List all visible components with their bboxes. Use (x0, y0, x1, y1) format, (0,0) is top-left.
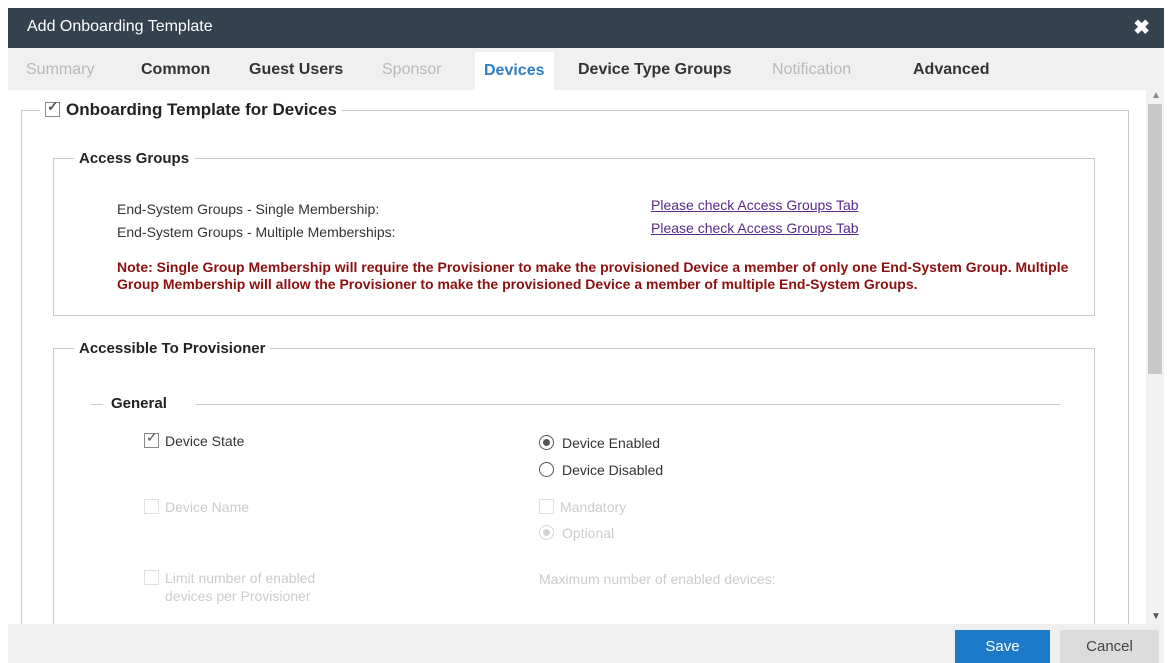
access-groups-fieldset: Access Groups End-System Groups - Single… (53, 150, 1095, 316)
optional-option[interactable]: Optional (539, 525, 614, 541)
tab-summary[interactable]: Summary (26, 61, 94, 79)
access-groups-legend: Access Groups (79, 150, 190, 167)
device-name-option[interactable]: Device Name (144, 499, 249, 515)
template-label: Onboarding Template for Devices (66, 100, 337, 119)
max-devices-label: Maximum number of enabled devices: (539, 571, 776, 587)
tab-notification[interactable]: Notification (772, 61, 851, 79)
tab-device-type-groups[interactable]: Device Type Groups (578, 61, 732, 79)
dialog-titlebar: Add Onboarding Template ✖ (8, 8, 1164, 48)
optional-radio[interactable] (539, 525, 554, 540)
mandatory-option[interactable]: Mandatory (539, 499, 626, 515)
limit-devices-checkbox[interactable] (144, 570, 159, 585)
dialog-title: Add Onboarding Template (27, 18, 213, 35)
provisioner-fieldset: Accessible To Provisioner General Device… (53, 340, 1095, 624)
scrollbar-thumb[interactable] (1148, 104, 1162, 374)
template-legend: Onboarding Template for Devices (40, 98, 342, 120)
multiple-membership-link[interactable]: Please check Access Groups Tab (651, 220, 859, 236)
tab-common[interactable]: Common (141, 61, 210, 79)
mandatory-label: Mandatory (560, 499, 627, 515)
optional-label: Optional (562, 525, 615, 541)
device-name-label: Device Name (165, 499, 250, 515)
general-divider-left (91, 404, 103, 405)
tab-sponsor[interactable]: Sponsor (382, 61, 442, 79)
device-disabled-radio[interactable] (539, 462, 554, 477)
device-state-checkbox[interactable] (144, 429, 159, 448)
cancel-button[interactable]: Cancel (1060, 630, 1159, 663)
device-disabled-label: Device Disabled (562, 462, 664, 478)
limit-devices-option[interactable]: Limit number of enabled devices per Prov… (144, 569, 315, 605)
provisioner-legend: Accessible To Provisioner (79, 340, 266, 357)
devices-panel: Onboarding Template for Devices Access G… (8, 90, 1146, 624)
single-membership-link[interactable]: Please check Access Groups Tab (651, 197, 859, 213)
dialog-footer: Save Cancel (8, 624, 1164, 663)
scroll-up-icon[interactable]: ▲ (1151, 90, 1161, 101)
device-state-label: Device State (165, 433, 245, 449)
device-enabled-label: Device Enabled (562, 435, 661, 451)
template-checkbox[interactable] (45, 98, 60, 117)
device-state-option[interactable]: Device State (144, 429, 245, 449)
multiple-membership-label: End-System Groups - Multiple Memberships… (117, 224, 396, 240)
save-button[interactable]: Save (955, 630, 1050, 663)
vertical-scrollbar[interactable]: ▲ ▼ (1146, 90, 1164, 624)
device-enabled-option[interactable]: Device Enabled (539, 435, 660, 451)
tab-guest-users[interactable]: Guest Users (249, 61, 343, 79)
limit-devices-label-line2: devices per Provisioner (165, 588, 311, 604)
scroll-down-icon[interactable]: ▼ (1151, 611, 1161, 622)
general-divider-right (196, 404, 1060, 405)
tab-bar: Summary Common Guest Users Sponsor Devic… (8, 48, 1164, 90)
general-legend: General (111, 395, 167, 412)
tab-devices[interactable]: Devices (475, 52, 554, 90)
mandatory-checkbox[interactable] (539, 499, 554, 514)
device-enabled-radio[interactable] (539, 435, 554, 450)
single-membership-label: End-System Groups - Single Membership: (117, 201, 380, 217)
device-name-checkbox[interactable] (144, 499, 159, 514)
close-icon[interactable]: ✖ (1133, 15, 1150, 40)
limit-devices-label-line1: Limit number of enabled (165, 570, 316, 586)
tab-advanced[interactable]: Advanced (913, 61, 989, 79)
membership-note: Note: Single Group Membership will requi… (117, 259, 1069, 292)
device-disabled-option[interactable]: Device Disabled (539, 462, 663, 478)
